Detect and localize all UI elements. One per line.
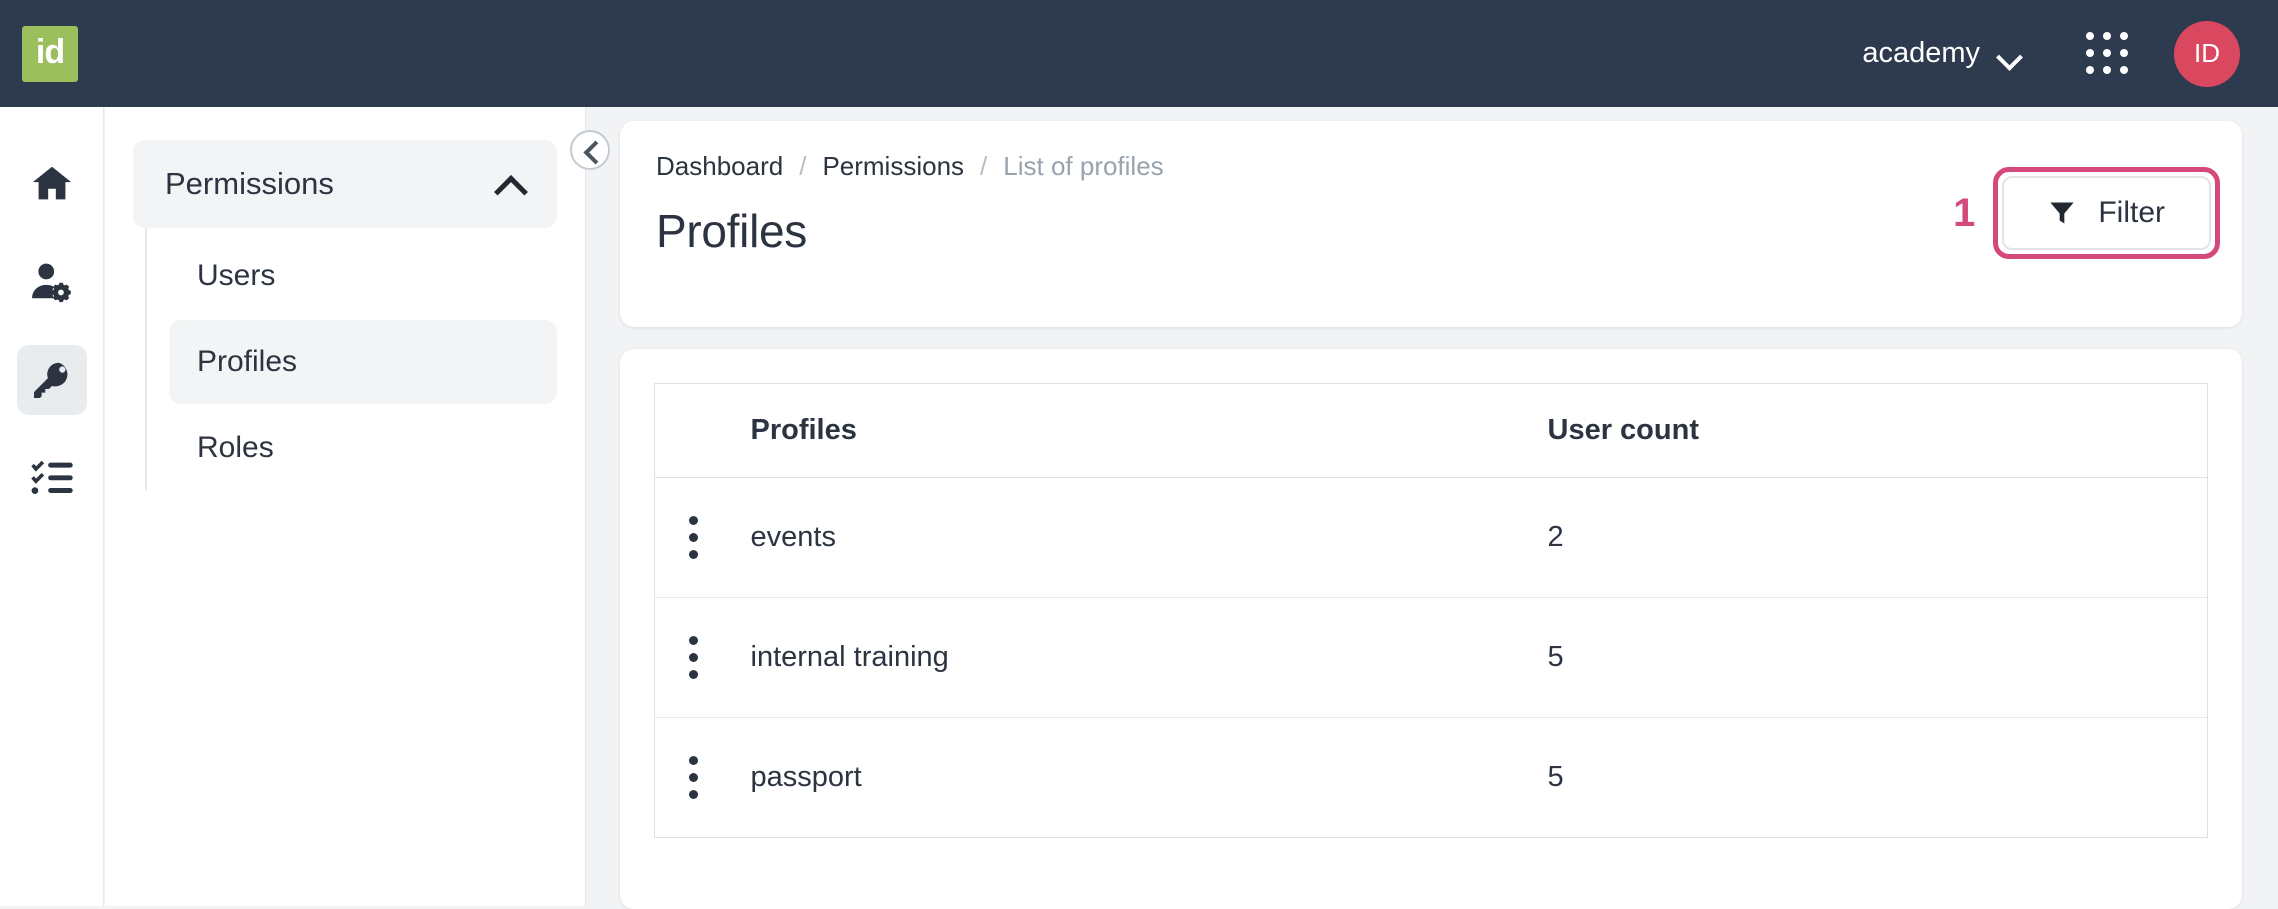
chevron-left-icon <box>582 142 598 158</box>
main-content: Dashboard / Permissions / List of profil… <box>586 107 2278 906</box>
sidebar-item-roles[interactable]: Roles <box>169 406 557 490</box>
chevron-down-icon <box>1998 48 2020 60</box>
table-header-actions <box>655 384 751 478</box>
rail-item-home[interactable] <box>17 149 87 219</box>
filter-annotation-group: 1 Filter <box>1953 167 2220 259</box>
chevron-up-icon <box>495 175 525 193</box>
table-cell-user-count: 5 <box>1548 718 2208 838</box>
organization-name: academy <box>1862 37 1980 70</box>
filter-button-label: Filter <box>2098 196 2165 230</box>
home-icon <box>29 161 75 207</box>
app-logo[interactable]: id <box>22 26 78 82</box>
annotation-number-1: 1 <box>1953 193 1975 233</box>
breadcrumb-separator: / <box>980 151 987 182</box>
sidebar-item-users[interactable]: Users <box>169 234 557 318</box>
breadcrumb-item-dashboard[interactable]: Dashboard <box>656 151 783 182</box>
table-cell-profile-name: internal training <box>751 598 1548 718</box>
top-header-bar: id academy ID <box>0 0 2278 107</box>
table-cell-actions <box>655 718 751 838</box>
key-icon <box>29 357 75 403</box>
table-cell-profile-name: events <box>751 478 1548 598</box>
sidebar-subitems: Users Profiles Roles <box>145 228 557 490</box>
profiles-table: Profiles User count events 2 internal tr <box>654 383 2208 838</box>
sidebar-nav-panel: Permissions Users Profiles Roles <box>105 107 586 906</box>
table-body: events 2 internal training 5 passport 5 <box>655 478 2208 838</box>
kebab-menu-icon[interactable] <box>689 636 699 679</box>
table-header-user-count: User count <box>1548 384 2208 478</box>
sidebar-group-label: Permissions <box>165 166 334 202</box>
rail-item-tasks[interactable] <box>17 443 87 513</box>
table-row[interactable]: internal training 5 <box>655 598 2208 718</box>
breadcrumb-item-current: List of profiles <box>1003 151 1163 182</box>
user-settings-icon <box>29 259 75 305</box>
table-cell-profile-name: passport <box>751 718 1548 838</box>
rail-item-user-management[interactable] <box>17 247 87 317</box>
table-cell-user-count: 2 <box>1548 478 2208 598</box>
annotation-highlight-box: Filter <box>1993 167 2220 259</box>
funnel-icon <box>2048 199 2076 227</box>
table-header-row: Profiles User count <box>655 384 2208 478</box>
rail-item-permissions[interactable] <box>17 345 87 415</box>
avatar[interactable]: ID <box>2174 21 2240 87</box>
filter-button[interactable]: Filter <box>2002 176 2211 250</box>
table-cell-user-count: 5 <box>1548 598 2208 718</box>
page-header-card: Dashboard / Permissions / List of profil… <box>620 121 2242 327</box>
organization-switcher[interactable]: academy <box>1852 29 2030 78</box>
table-head: Profiles User count <box>655 384 2208 478</box>
breadcrumb-item-permissions[interactable]: Permissions <box>822 151 964 182</box>
sidebar-collapse-button[interactable] <box>570 130 610 170</box>
table-row[interactable]: passport 5 <box>655 718 2208 838</box>
table-header-profiles: Profiles <box>751 384 1548 478</box>
table-row[interactable]: events 2 <box>655 478 2208 598</box>
breadcrumb-separator: / <box>799 151 806 182</box>
top-header-right-group: academy ID <box>1852 21 2278 87</box>
sidebar-item-profiles[interactable]: Profiles <box>169 320 557 404</box>
table-cell-actions <box>655 598 751 718</box>
kebab-menu-icon[interactable] <box>689 756 699 799</box>
apps-grid-icon[interactable] <box>2082 28 2134 80</box>
icon-rail <box>0 107 104 906</box>
checklist-icon <box>29 455 75 501</box>
table-cell-actions <box>655 478 751 598</box>
kebab-menu-icon[interactable] <box>689 516 699 559</box>
sidebar-group-permissions[interactable]: Permissions <box>133 140 557 228</box>
profiles-table-card: Profiles User count events 2 internal tr <box>620 349 2242 909</box>
